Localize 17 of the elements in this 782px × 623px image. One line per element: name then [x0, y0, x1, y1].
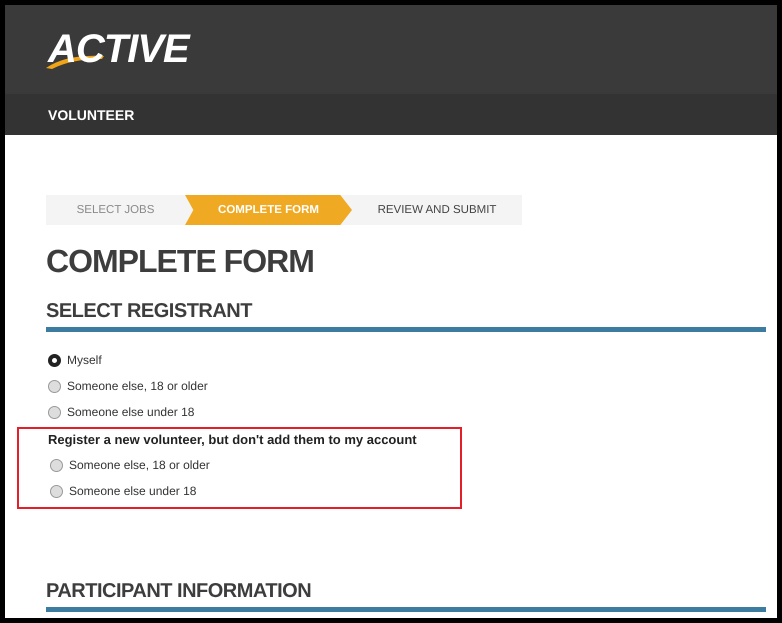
radio-option[interactable]: Someone else, 18 or older	[48, 378, 766, 394]
radio-button[interactable]	[48, 380, 61, 392]
group-heading: Register a new volunteer, but don't add them to my account	[48, 432, 418, 447]
logo[interactable]: ACTIVE	[48, 28, 189, 72]
radio-option[interactable]: Myself	[48, 352, 766, 368]
section-heading: PARTICIPANT INFORMATION	[46, 579, 312, 603]
radio-option[interactable]: Someone else under 18	[50, 483, 460, 499]
radio-button[interactable]	[50, 458, 63, 472]
nav-link[interactable]: VOLUNTEER	[48, 106, 134, 122]
page-title: COMPLETE FORM	[46, 242, 315, 281]
radio-button[interactable]	[48, 354, 61, 366]
section-heading: SELECT REGISTRANT	[46, 299, 254, 323]
step-tab[interactable]: REVIEW AND SUBMIT	[352, 195, 522, 225]
radio-option[interactable]: Someone else, 18 or older	[50, 457, 460, 473]
radio-option[interactable]: Someone else under 18	[48, 404, 766, 420]
radio-button[interactable]	[50, 484, 63, 498]
radio-button[interactable]	[48, 406, 61, 418]
